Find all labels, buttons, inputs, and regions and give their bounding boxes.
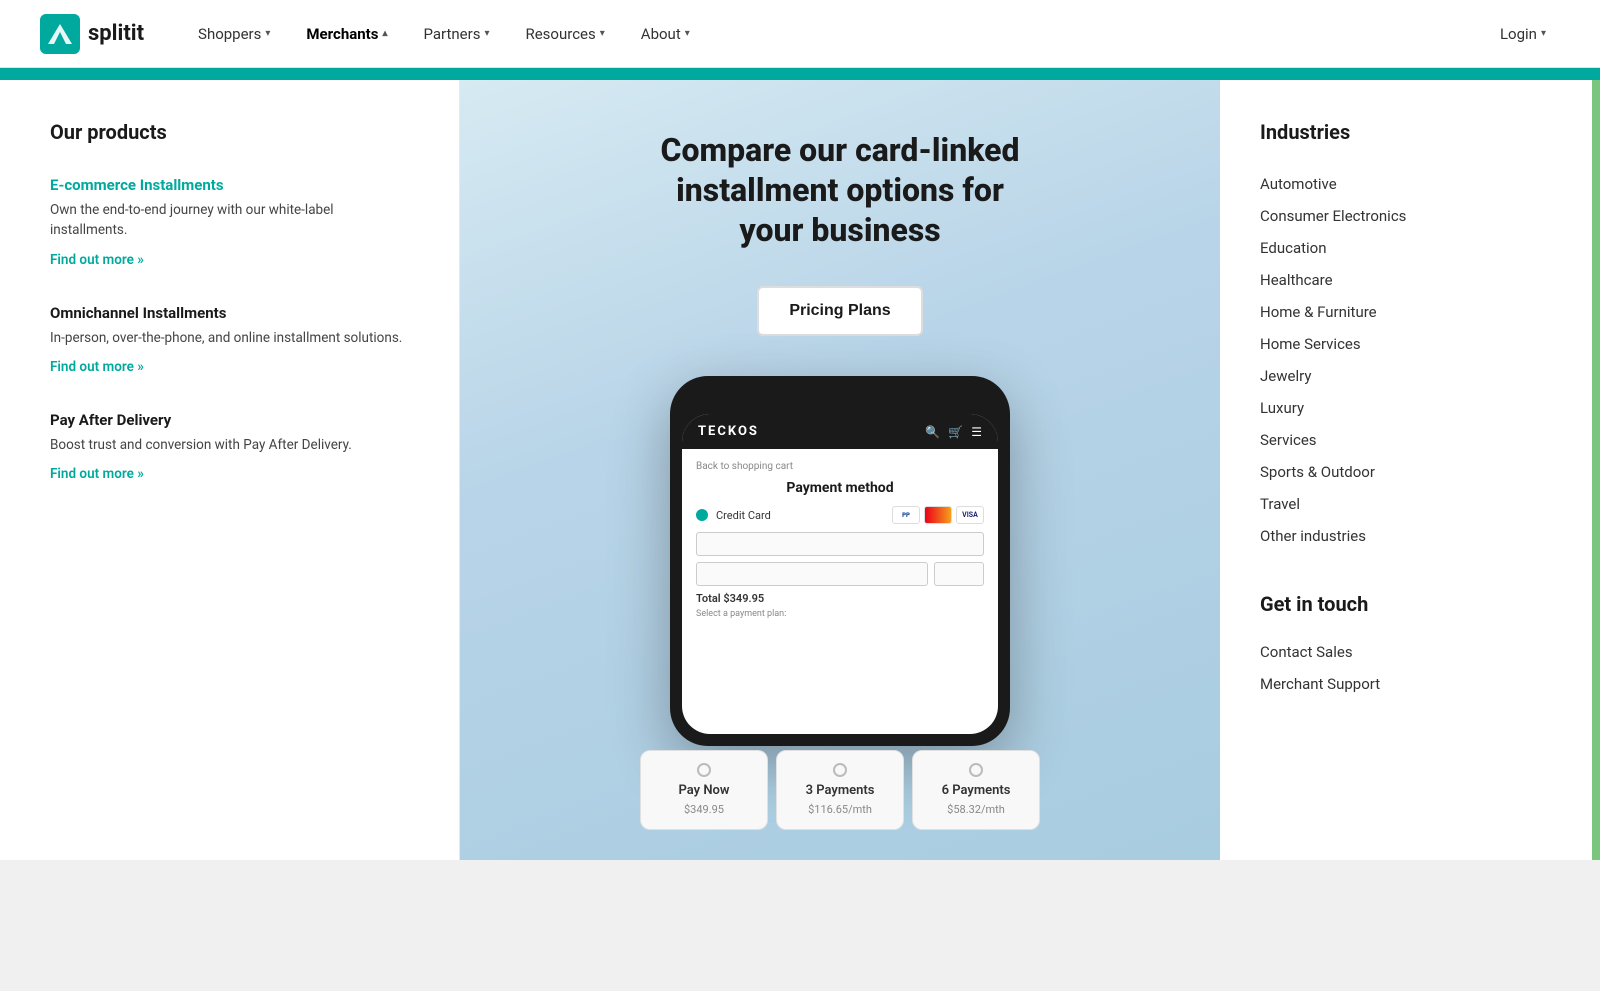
get-in-touch-title: Get in touch — [1260, 592, 1550, 616]
contact-list: Contact Sales Merchant Support — [1260, 636, 1550, 700]
logo[interactable]: splitit — [40, 14, 144, 54]
pricing-plans-button[interactable]: Pricing Plans — [757, 286, 922, 336]
visa-logo: VISA — [956, 506, 984, 524]
chevron-icon: ▾ — [1541, 28, 1546, 39]
product-pay-after: Pay After Delivery Boost trust and conve… — [50, 411, 409, 482]
phone-notch — [790, 388, 890, 408]
three-payments-option[interactable]: 3 Payments $116.65/mth — [776, 750, 904, 830]
product-omnichannel: Omnichannel Installments In-person, over… — [50, 304, 409, 375]
mastercard-logo — [924, 506, 952, 524]
radio-selected — [696, 509, 708, 521]
payment-title: Payment method — [696, 480, 984, 496]
back-link: Back to shopping cart — [696, 461, 984, 472]
teal-bar — [0, 68, 1600, 80]
card-expiry-row — [696, 562, 984, 586]
find-more-ecommerce[interactable]: Find out more » — [50, 252, 144, 268]
left-panel: Our products E-commerce Installments Own… — [0, 80, 460, 860]
industry-luxury[interactable]: Luxury — [1260, 392, 1550, 424]
expiry-input[interactable] — [696, 562, 928, 586]
phone-icons: 🔍 🛒 ☰ — [925, 425, 982, 439]
card-number-row — [696, 532, 984, 556]
center-headline: Compare our card-linked installment opti… — [650, 130, 1030, 250]
industries-title: Industries — [1260, 120, 1550, 144]
center-panel: Compare our card-linked installment opti… — [460, 80, 1220, 860]
navbar: splitit Shoppers ▾ Merchants ▴ Partners … — [0, 0, 1600, 68]
chevron-icon: ▾ — [685, 28, 690, 39]
industry-other[interactable]: Other industries — [1260, 520, 1550, 552]
industry-consumer-electronics[interactable]: Consumer Electronics — [1260, 200, 1550, 232]
phone-content: Back to shopping cart Payment method Cre… — [682, 449, 998, 637]
card-number-input[interactable] — [696, 532, 984, 556]
chevron-icon: ▴ — [382, 28, 387, 39]
product-omnichannel-desc: In-person, over-the-phone, and online in… — [50, 328, 409, 348]
pay-now-radio — [697, 763, 711, 777]
login-button[interactable]: Login ▾ — [1486, 17, 1560, 51]
chevron-icon: ▾ — [600, 28, 605, 39]
cc-label: Credit Card — [716, 509, 771, 522]
six-payments-label: 6 Payments — [921, 783, 1031, 798]
search-icon: 🔍 — [925, 425, 940, 439]
contact-sales[interactable]: Contact Sales — [1260, 636, 1550, 668]
nav-partners[interactable]: Partners ▾ — [409, 17, 503, 51]
phone-header: TECKOS 🔍 🛒 ☰ — [682, 414, 998, 449]
industry-healthcare[interactable]: Healthcare — [1260, 264, 1550, 296]
nav-shoppers[interactable]: Shoppers ▾ — [184, 17, 284, 51]
pay-now-sub: $349.95 — [684, 803, 724, 816]
industry-jewelry[interactable]: Jewelry — [1260, 360, 1550, 392]
industry-list: Automotive Consumer Electronics Educatio… — [1260, 168, 1550, 552]
total-line: Total $349.95 — [696, 592, 984, 605]
product-ecommerce-desc: Own the end-to-end journey with our whit… — [50, 200, 409, 241]
products-title: Our products — [50, 120, 409, 144]
phone-screen: TECKOS 🔍 🛒 ☰ Back to shopping cart Payme… — [682, 414, 998, 734]
pay-now-label: Pay Now — [649, 783, 759, 798]
cart-icon: 🛒 — [948, 425, 963, 439]
three-payments-label: 3 Payments — [785, 783, 895, 798]
nav-merchants[interactable]: Merchants ▴ — [292, 17, 401, 51]
store-name: TECKOS — [698, 424, 759, 439]
industry-home-services[interactable]: Home Services — [1260, 328, 1550, 360]
industry-home-furniture[interactable]: Home & Furniture — [1260, 296, 1550, 328]
product-ecommerce-name: E-commerce Installments — [50, 176, 409, 194]
chevron-icon: ▾ — [484, 28, 489, 39]
nav-about[interactable]: About ▾ — [627, 17, 704, 51]
six-payments-radio — [969, 763, 983, 777]
product-omnichannel-name: Omnichannel Installments — [50, 304, 409, 322]
industry-sports-outdoor[interactable]: Sports & Outdoor — [1260, 456, 1550, 488]
industry-services[interactable]: Services — [1260, 424, 1550, 456]
find-more-pay-after[interactable]: Find out more » — [50, 466, 144, 482]
payment-row-cc: Credit Card PP VISA — [696, 506, 984, 524]
industry-education[interactable]: Education — [1260, 232, 1550, 264]
six-payments-sub: $58.32/mth — [947, 803, 1005, 816]
cvv-input[interactable] — [934, 562, 984, 586]
select-plan-label: Select a payment plan: — [696, 609, 984, 619]
three-payments-sub: $116.65/mth — [808, 803, 872, 816]
mega-menu: Our products E-commerce Installments Own… — [0, 80, 1600, 860]
menu-icon: ☰ — [971, 425, 982, 439]
find-more-omnichannel[interactable]: Find out more » — [50, 359, 144, 375]
product-ecommerce: E-commerce Installments Own the end-to-e… — [50, 176, 409, 268]
logo-text: splitit — [88, 21, 144, 46]
payment-options: Pay Now $349.95 3 Payments $116.65/mth 6… — [640, 750, 1040, 830]
three-payments-radio — [833, 763, 847, 777]
merchant-support[interactable]: Merchant Support — [1260, 668, 1550, 700]
industry-automotive[interactable]: Automotive — [1260, 168, 1550, 200]
nav-resources[interactable]: Resources ▾ — [511, 17, 618, 51]
phone-outer: TECKOS 🔍 🛒 ☰ Back to shopping cart Payme… — [670, 376, 1010, 746]
pay-now-option[interactable]: Pay Now $349.95 — [640, 750, 768, 830]
chevron-icon: ▾ — [265, 28, 270, 39]
logo-icon — [40, 14, 80, 54]
right-panel: Industries Automotive Consumer Electroni… — [1220, 80, 1600, 860]
nav-links: Shoppers ▾ Merchants ▴ Partners ▾ Resour… — [184, 17, 1486, 51]
product-pay-after-name: Pay After Delivery — [50, 411, 409, 429]
green-accent-bar — [1592, 80, 1600, 860]
product-pay-after-desc: Boost trust and conversion with Pay Afte… — [50, 435, 409, 455]
six-payments-option[interactable]: 6 Payments $58.32/mth — [912, 750, 1040, 830]
phone-mockup: TECKOS 🔍 🛒 ☰ Back to shopping cart Payme… — [670, 376, 1010, 746]
paypal-logo: PP — [892, 506, 920, 524]
industry-travel[interactable]: Travel — [1260, 488, 1550, 520]
card-logos: PP VISA — [892, 506, 984, 524]
